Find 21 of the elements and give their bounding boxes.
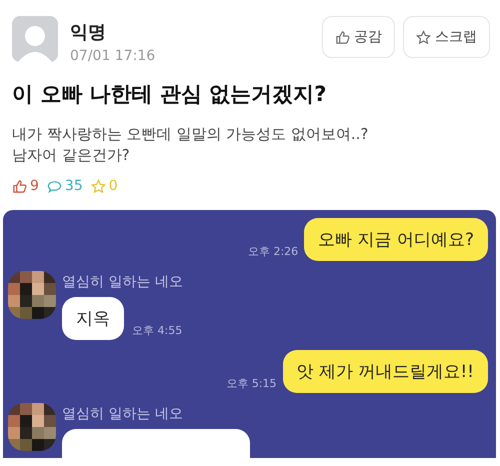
message-bubble: 오빠 지금 어디예요?: [304, 218, 488, 261]
post-title: 이 오빠 나한테 관심 없는거겠지?: [12, 81, 328, 108]
avatar-icon: [12, 16, 58, 62]
message-time: 오후 2:26: [248, 244, 298, 259]
message-time: 오후 5:15: [226, 376, 277, 391]
post-text: 내가 짝사랑하는 오빤데 일말의 가능성도 없어보여..?: [12, 124, 370, 145]
message-bubble: 지옥: [62, 297, 124, 340]
stat-count: 35: [64, 178, 83, 194]
message-time: 오후 4:55: [132, 323, 182, 338]
message-bubble: 앗 제가 꺼내드릴게요!!: [282, 350, 488, 393]
scrap-button[interactable]: 스크랩: [403, 16, 490, 58]
thumbs-up-icon: [335, 30, 350, 44]
sender-name: 열심히 일하는 네오: [62, 405, 184, 423]
post-date: 07/01 17:16: [70, 48, 156, 64]
author-name: 익명: [70, 21, 107, 44]
sender-name: 열심히 일하는 네오: [62, 273, 183, 291]
like-button[interactable]: 공감: [322, 16, 395, 58]
post-text: 남자어 같은건가?: [12, 145, 131, 166]
stat-count: 0: [108, 178, 118, 194]
stat-count: 9: [30, 178, 39, 194]
star-icon: [416, 30, 431, 44]
